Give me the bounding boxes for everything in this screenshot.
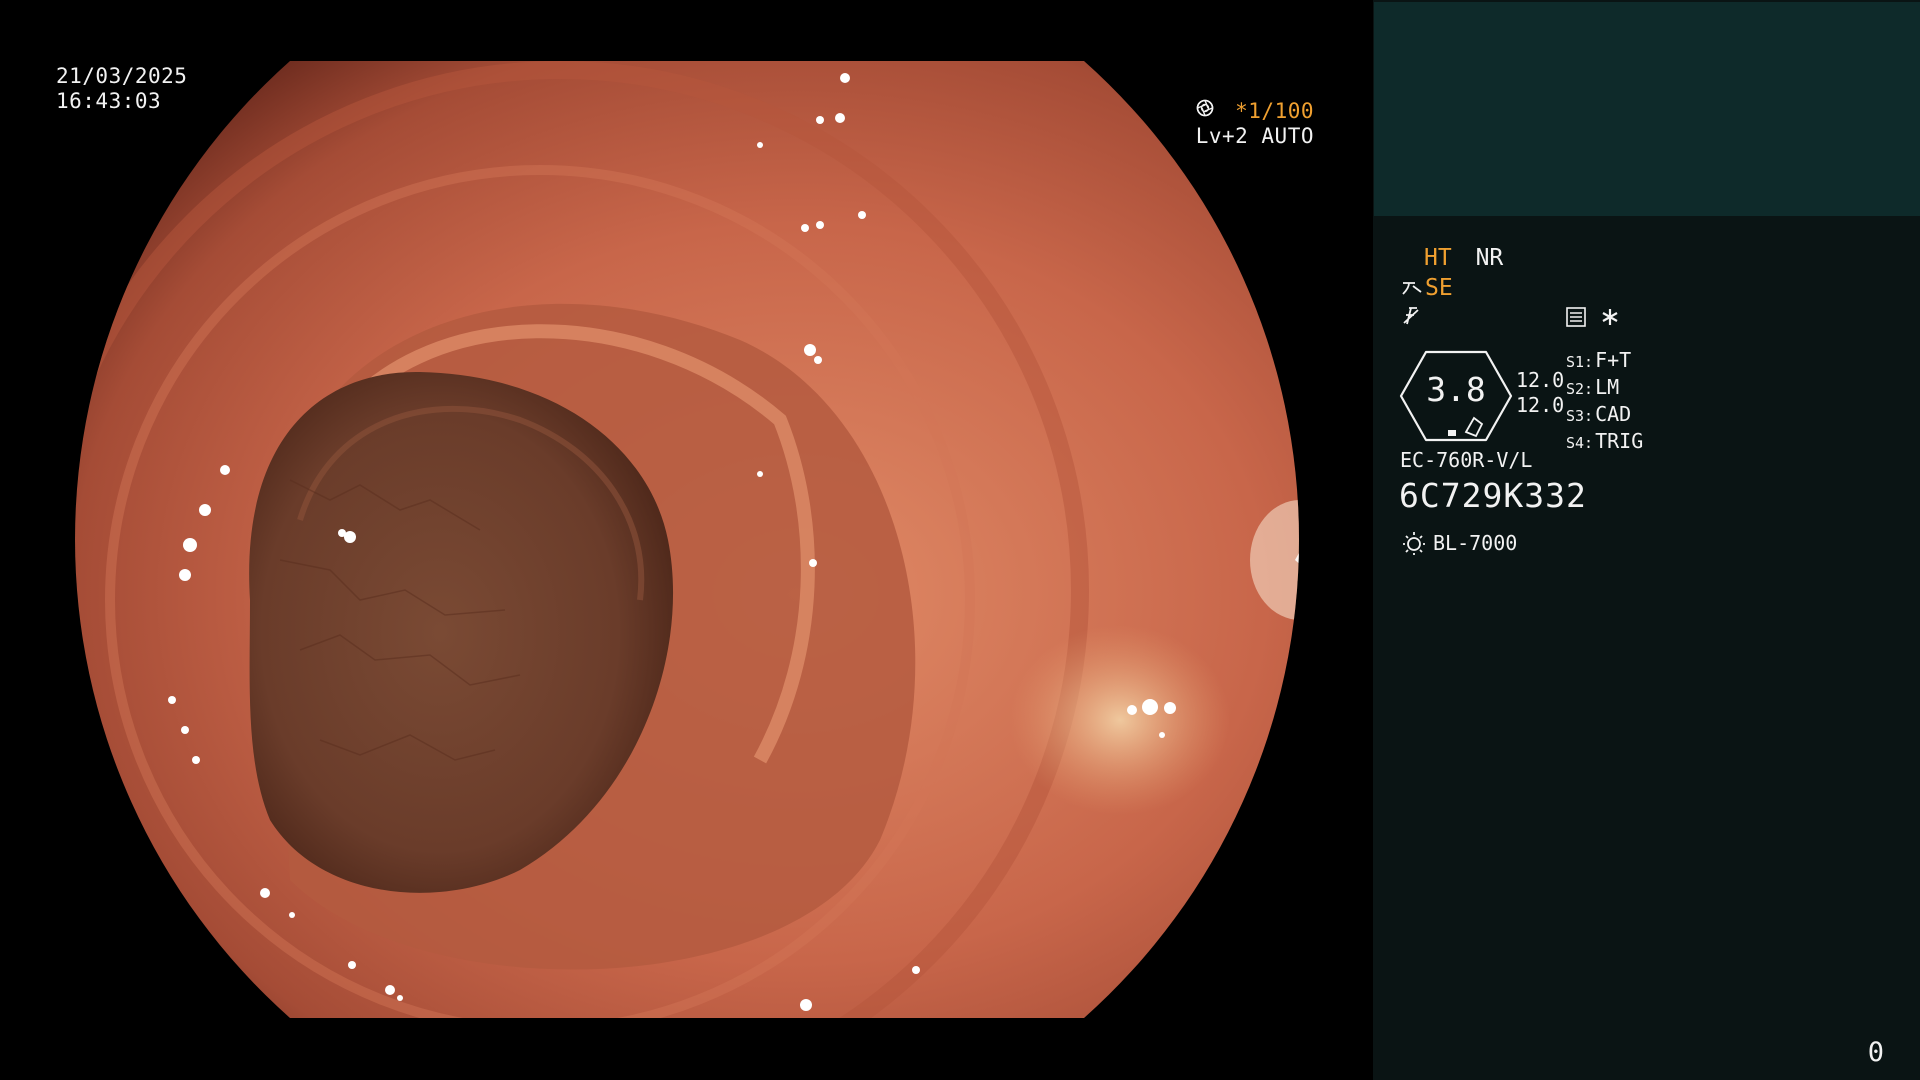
setting-row-s1: S1: F+T xyxy=(1566,348,1632,372)
light-sun-icon xyxy=(1403,532,1425,555)
se-label: SE xyxy=(1425,275,1453,301)
light-level-text: Lv+2 AUTO xyxy=(1195,124,1314,148)
date-time-readout: 21/03/2025 16:43:03 xyxy=(56,64,187,114)
light-source-label: BL-7000 xyxy=(1433,531,1518,555)
light-source-row: BL-7000 xyxy=(1401,530,1517,556)
mode-ht-label: HT xyxy=(1424,245,1452,271)
gauge-value: 3.8 xyxy=(1426,370,1486,409)
f-icon xyxy=(1403,307,1419,325)
shutter-speed-text: *1/100 xyxy=(1235,99,1314,123)
setting-row-s3: S3: CAD xyxy=(1566,402,1632,426)
endoscopy-view: 21/03/2025 16:43:03 *1/100 Lv+2 AUTO xyxy=(0,0,1373,1080)
scope-serial: 6C729K332 xyxy=(1399,476,1587,515)
setting-row-s2: S2: LM xyxy=(1566,375,1620,399)
thumbnail-area xyxy=(1374,2,1920,216)
f-indicator-row xyxy=(1401,304,1421,333)
memo-icon xyxy=(1566,307,1586,327)
page-number: 0 xyxy=(1867,1037,1884,1068)
gauge-side-top: 12.0 xyxy=(1516,368,1565,392)
endoscopy-image xyxy=(75,61,1299,1018)
scope-model: EC-760R-V/L xyxy=(1400,448,1533,472)
date-text: 21/03/2025 xyxy=(56,64,188,88)
structure-enhancement-row: SE xyxy=(1401,274,1453,302)
status-icon-row xyxy=(1565,306,1619,328)
exposure-readout: *1/100 Lv+2 AUTO xyxy=(1196,99,1314,149)
se-scope-icon xyxy=(1402,282,1422,295)
asterisk-icon xyxy=(1602,309,1618,325)
mode-nr-label: NR xyxy=(1475,245,1504,271)
scope-switch-settings: S1: F+T S2: LM S3: CAD S4: TRIG xyxy=(1566,348,1643,456)
gauge-side-bottom: 12.0 xyxy=(1516,393,1565,417)
setting-row-s4: S4: TRIG xyxy=(1566,429,1644,453)
time-text: 16:43:03 xyxy=(56,89,162,113)
gauge-side-values: 12.0 12.0 xyxy=(1516,368,1564,418)
auto-iris-icon xyxy=(1196,99,1214,117)
image-mode-row: HT NR xyxy=(1424,244,1513,272)
